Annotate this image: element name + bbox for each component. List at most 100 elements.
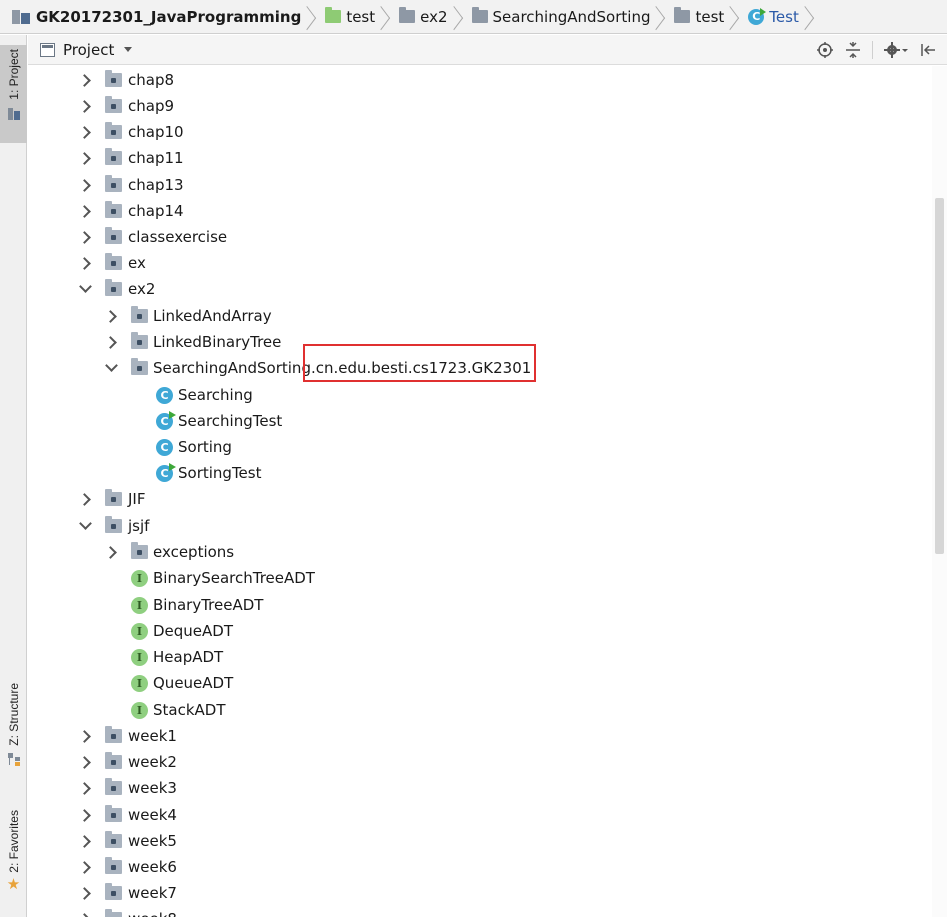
tree-label: ex (128, 254, 146, 272)
tree-row[interactable]: I DequeADT (28, 618, 932, 644)
tree-row[interactable]: SearchingAndSorting.cn.edu.besti.cs1723.… (28, 355, 932, 381)
breadcrumb-item-test-class[interactable]: C Test (746, 0, 801, 34)
breadcrumb-item-ex2[interactable]: ex2 (397, 0, 449, 34)
package-icon (105, 489, 122, 506)
chevron-right-icon[interactable] (80, 749, 92, 775)
interface-icon: I (131, 701, 148, 719)
breadcrumb-item-test-root[interactable]: test (323, 0, 377, 34)
tree-label: HeapADT (153, 648, 224, 666)
panel-toolbar (816, 35, 937, 65)
tree-label: chap14 (128, 202, 184, 220)
tree-row[interactable]: week2 (28, 749, 932, 775)
project-view-icon (40, 42, 55, 57)
tab-project[interactable]: 1: Project (0, 45, 27, 143)
package-icon (105, 279, 122, 296)
tree-row[interactable]: C SearchingTest (28, 408, 932, 434)
chevron-right-icon[interactable] (80, 198, 92, 224)
tree-label: jsjf (128, 517, 150, 535)
package-icon (131, 332, 148, 349)
chevron-right-icon[interactable] (80, 250, 92, 276)
chevron-right-icon[interactable] (80, 224, 92, 250)
tree-row[interactable]: week3 (28, 775, 932, 801)
tree-label: LinkedAndArray (153, 307, 272, 325)
tree-row[interactable]: week4 (28, 802, 932, 828)
chevron-down-icon[interactable] (80, 276, 92, 302)
tree-row[interactable]: I BinarySearchTreeADT (28, 565, 932, 591)
tab-structure[interactable]: Z: Structure (0, 683, 27, 783)
tree-row[interactable]: LinkedAndArray (28, 303, 932, 329)
chevron-down-icon[interactable] (80, 513, 92, 539)
breadcrumb-item-searching-and-sorting[interactable]: SearchingAndSorting (470, 0, 653, 34)
tree-row[interactable]: week5 (28, 828, 932, 854)
breadcrumb-separator (805, 0, 817, 34)
tree-row[interactable]: C SortingTest (28, 460, 932, 486)
scrollbar-thumb[interactable] (935, 198, 944, 554)
chevron-right-icon[interactable] (80, 906, 92, 917)
breadcrumb-item-project[interactable]: GK20172301_JavaProgramming (10, 0, 303, 34)
tree-row[interactable]: I StackADT (28, 697, 932, 723)
tree-label: week7 (128, 884, 177, 902)
interface-icon: I (131, 596, 148, 614)
tree-label: DequeADT (153, 622, 234, 640)
tree-label: exceptions (153, 543, 235, 561)
tree-row[interactable]: week8 (28, 906, 932, 917)
chevron-right-icon[interactable] (80, 172, 92, 198)
tree-row[interactable]: classexercise (28, 224, 932, 250)
tree-row[interactable]: C Searching (28, 382, 932, 408)
tree-row[interactable]: week7 (28, 880, 932, 906)
tree-row[interactable]: LinkedBinaryTree (28, 329, 932, 355)
collapse-all-icon[interactable] (844, 41, 862, 59)
gear-icon[interactable] (883, 41, 909, 59)
tree-row[interactable]: chap8 (28, 67, 932, 93)
chevron-right-icon[interactable] (80, 119, 92, 145)
tree-label: week2 (128, 753, 177, 771)
tree-row[interactable]: ex2 (28, 276, 932, 302)
tree-label: week1 (128, 727, 177, 745)
tree-row[interactable]: I BinaryTreeADT (28, 592, 932, 618)
tree-row[interactable]: exceptions (28, 539, 932, 565)
chevron-right-icon[interactable] (80, 145, 92, 171)
tree-row[interactable]: I QueueADT (28, 670, 932, 696)
test-class-icon: C (156, 462, 176, 482)
tree-row[interactable]: week1 (28, 723, 932, 749)
breadcrumb-separator (381, 0, 393, 34)
breadcrumb: GK20172301_JavaProgramming test ex2 Sear… (0, 0, 947, 34)
hide-panel-icon[interactable] (919, 41, 937, 59)
tree-row[interactable]: ex (28, 250, 932, 276)
tree-row[interactable]: week6 (28, 854, 932, 880)
tree-row[interactable]: chap9 (28, 93, 932, 119)
chevron-right-icon[interactable] (80, 93, 92, 119)
package-icon (105, 201, 122, 218)
chevron-right-icon[interactable] (80, 723, 92, 749)
package-icon (105, 805, 122, 822)
tree-row[interactable]: chap14 (28, 198, 932, 224)
chevron-right-icon[interactable] (106, 303, 118, 329)
tree-row[interactable]: chap11 (28, 145, 932, 171)
chevron-right-icon[interactable] (80, 486, 92, 512)
tree-row[interactable]: JIF (28, 486, 932, 512)
tab-favorites[interactable]: 2: Favorites ★ (0, 810, 27, 910)
chevron-right-icon[interactable] (80, 880, 92, 906)
package-icon (105, 122, 122, 139)
chevron-right-icon[interactable] (80, 828, 92, 854)
tree-row[interactable]: chap10 (28, 119, 932, 145)
tree-scrollbar[interactable] (932, 66, 947, 917)
chevron-right-icon[interactable] (80, 854, 92, 880)
locate-icon[interactable] (816, 41, 834, 59)
tree-row[interactable]: chap13 (28, 172, 932, 198)
breadcrumb-label: GK20172301_JavaProgramming (36, 7, 302, 26)
breadcrumb-item-test[interactable]: test (672, 0, 726, 34)
chevron-down-icon[interactable] (106, 355, 118, 381)
chevron-right-icon[interactable] (106, 329, 118, 355)
project-tool-icon (7, 106, 20, 120)
package-icon (105, 70, 122, 87)
chevron-right-icon[interactable] (80, 802, 92, 828)
chevron-right-icon[interactable] (80, 775, 92, 801)
view-selector[interactable]: Project (40, 41, 133, 59)
chevron-right-icon[interactable] (80, 67, 92, 93)
tree-row[interactable]: C Sorting (28, 434, 932, 460)
chevron-right-icon[interactable] (106, 539, 118, 565)
tree-label: ex2 (128, 280, 156, 298)
tree-row[interactable]: I HeapADT (28, 644, 932, 670)
tree-row[interactable]: jsjf (28, 513, 932, 539)
